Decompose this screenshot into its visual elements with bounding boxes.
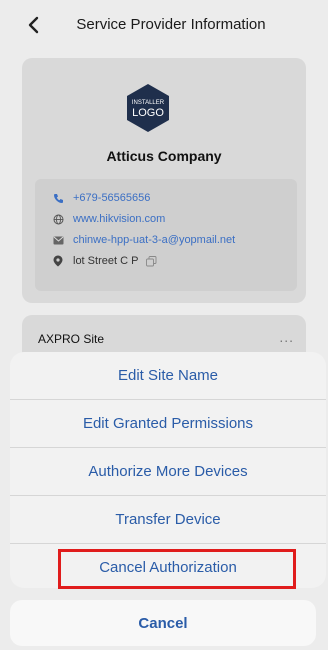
phone-link[interactable]: +679-56565656: [73, 192, 150, 204]
email-link[interactable]: chinwe-hpp-uat-3-a@yopmail.net: [73, 234, 235, 246]
nav-header: Service Provider Information: [0, 0, 328, 52]
address-row: lot Street C P: [52, 255, 157, 267]
globe-icon: [52, 213, 64, 225]
website-row[interactable]: www.hikvision.com: [52, 213, 165, 225]
copy-icon[interactable]: [146, 255, 157, 267]
phone-icon: [52, 192, 64, 204]
edit-granted-permissions-button[interactable]: Edit Granted Permissions: [10, 400, 326, 447]
site-name: AXPRO Site: [38, 332, 105, 346]
company-name: Atticus Company: [106, 148, 222, 164]
contact-info-box: +679-56565656 www.hikvision.com chinwe-h…: [35, 179, 297, 291]
authorize-more-devices-button[interactable]: Authorize More Devices: [10, 448, 326, 495]
page-title: Service Provider Information: [76, 16, 266, 33]
installer-logo: INSTALLER LOGO: [124, 82, 172, 134]
highlight-box: [58, 549, 296, 589]
logo-line-1: INSTALLER: [132, 100, 165, 106]
cancel-button[interactable]: Cancel: [10, 600, 316, 646]
location-pin-icon: [52, 255, 64, 267]
address-text: lot Street C P: [73, 255, 139, 267]
logo-line-2: LOGO: [132, 107, 164, 119]
mail-icon: [52, 234, 64, 246]
website-link[interactable]: www.hikvision.com: [73, 213, 165, 225]
phone-row[interactable]: +679-56565656: [52, 192, 150, 204]
edit-site-name-button[interactable]: Edit Site Name: [10, 352, 326, 399]
more-icon[interactable]: ...: [279, 329, 294, 345]
email-row[interactable]: chinwe-hpp-uat-3-a@yopmail.net: [52, 234, 235, 246]
transfer-device-button[interactable]: Transfer Device: [10, 496, 326, 543]
